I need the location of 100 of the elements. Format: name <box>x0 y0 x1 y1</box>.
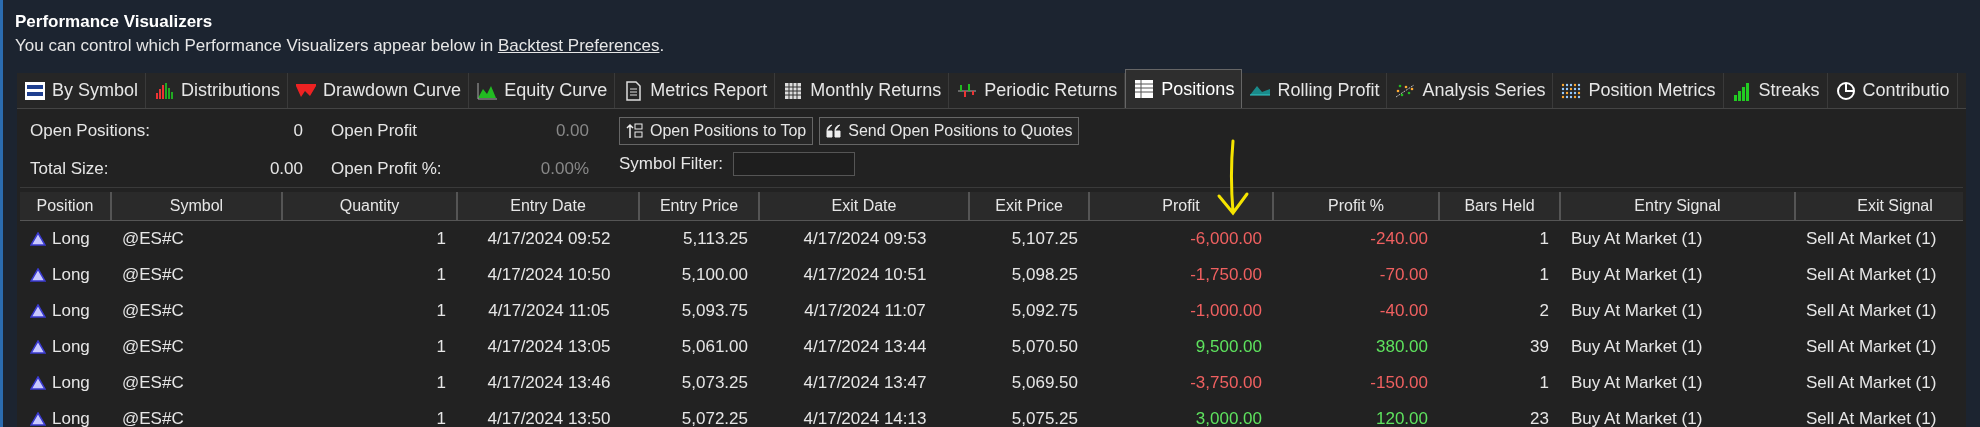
tab[interactable]: Rolling Profit <box>1242 73 1388 108</box>
table-cell-text: @ES#C <box>122 372 184 395</box>
table-cell-text: 4/17/2024 13:44 <box>803 336 927 359</box>
table-cell-text: @ES#C <box>122 264 184 287</box>
tab[interactable]: By Symbol <box>17 73 147 108</box>
table-cell-text: 5,092.75 <box>1011 300 1078 323</box>
table-cell-text: 5,098.25 <box>1011 264 1078 287</box>
table-cell-text: Long <box>52 300 90 323</box>
table-cell-text: Buy At Market (1) <box>1571 408 1703 427</box>
table-cell-text: Sell At Market (1) <box>1806 300 1937 323</box>
table-cell-text: 3,000.00 <box>1195 408 1262 427</box>
tab[interactable]: Metrics Report <box>615 73 776 108</box>
table-cell-text: Long <box>52 264 90 287</box>
table-cell-text: 5,069.50 <box>1011 372 1078 395</box>
preferences-link[interactable]: Backtest Preferences <box>497 36 660 55</box>
table-cell-text: Long <box>52 408 90 427</box>
column-header[interactable]: Entry Date <box>458 192 640 220</box>
table-cell-text: 39 <box>1530 336 1549 359</box>
letters-icon <box>24 80 46 101</box>
table-cell-text: 380.00 <box>1376 336 1428 359</box>
symbol-filter-field[interactable] <box>732 151 855 176</box>
column-header[interactable]: Exit Signal <box>1796 192 1980 220</box>
table-cell-text: 5,093.75 <box>681 300 748 323</box>
table-cell-text: 4/17/2024 13:50 <box>487 408 611 427</box>
table-cell-text: 5,073.25 <box>681 372 748 395</box>
table-cell-text: Long <box>52 228 90 251</box>
table-cell-text: 5,107.25 <box>1011 228 1078 251</box>
tab[interactable]: Position Metrics <box>1553 73 1724 108</box>
table-cell-text: 1 <box>1539 228 1549 251</box>
up-triangle-icon <box>30 268 46 282</box>
summary-value: 0 <box>293 120 303 142</box>
table-cell-text: 9,500.00 <box>1195 336 1262 359</box>
table-cell-text: Sell At Market (1) <box>1806 372 1937 395</box>
up-triangle-icon <box>30 232 46 246</box>
table-cell-text: 4/17/2024 11:07 <box>804 300 926 323</box>
tab[interactable]: Distributions <box>146 73 289 108</box>
column-header[interactable]: Bars Held <box>1440 192 1561 220</box>
column-header[interactable]: Position <box>20 192 112 220</box>
table-cell-text: 5,075.25 <box>1011 408 1078 427</box>
summary-value: 0.00% <box>540 157 589 180</box>
summary-label: Total Size: <box>30 157 109 180</box>
table-cell-text: 1 <box>1539 264 1549 287</box>
table-cell-text: Buy At Market (1) <box>1571 300 1703 323</box>
table-cell-text: 2 <box>1539 300 1549 323</box>
table-cell-text: -1,750.00 <box>1190 264 1262 287</box>
column-header[interactable]: Profit <box>1090 192 1274 220</box>
table-cell-text: 5,100.00 <box>681 264 748 287</box>
table-cell-text: 5,072.25 <box>681 408 748 427</box>
column-header[interactable]: Entry Price <box>640 192 760 220</box>
table-cell-text: 4/17/2024 13:46 <box>487 372 611 395</box>
table-cell-text: 4/17/2024 13:05 <box>487 336 611 359</box>
table-cell-text: 4/17/2024 13:47 <box>803 372 927 395</box>
tab[interactable]: Drawdown Curve <box>288 73 470 108</box>
summary-label: Open Positions: <box>30 120 150 142</box>
table-cell-text: 1 <box>436 336 446 359</box>
table-cell-text: Buy At Market (1) <box>1571 228 1703 251</box>
move-to-top-icon <box>626 122 644 140</box>
toolbar-button[interactable]: Open Positions to Top <box>619 117 814 145</box>
table-cell-text: Long <box>52 372 90 395</box>
table-cell-text: 1 <box>1539 372 1549 395</box>
table-cell-text: 4/17/2024 11:05 <box>488 300 610 323</box>
area-chart-icon <box>476 80 499 101</box>
table-cell-text: Buy At Market (1) <box>1571 372 1703 395</box>
column-header[interactable]: Symbol <box>112 192 283 220</box>
summary-label: Open Profit %: <box>331 157 442 180</box>
tab[interactable]: Positions <box>1125 69 1243 108</box>
table-cell-text: Buy At Market (1) <box>1571 336 1703 359</box>
table-cell-text: @ES#C <box>122 228 184 251</box>
table-cell-text: 1 <box>436 372 446 395</box>
column-header[interactable]: Profit % <box>1274 192 1440 220</box>
tab[interactable]: Monthly Returns <box>775 73 950 108</box>
table-cell-text: Sell At Market (1) <box>1806 228 1937 251</box>
column-header[interactable]: Quantity <box>283 192 458 220</box>
column-header[interactable]: Exit Price <box>970 192 1090 220</box>
column-header[interactable]: Entry Signal <box>1561 192 1796 220</box>
table-cell-text: 4/17/2024 10:50 <box>487 264 611 287</box>
table-cell-text: @ES#C <box>122 408 184 427</box>
summary-label: Open Profit <box>331 120 417 142</box>
toolbar-button[interactable]: Send Open Positions to Quotes <box>819 117 1080 145</box>
table-cell-text: Long <box>52 336 90 359</box>
tab[interactable]: Streaks <box>1723 73 1828 108</box>
table-cell-text: -240.00 <box>1370 228 1428 251</box>
table-cell-text: 1 <box>436 228 446 251</box>
table-cell-text: 5,113.25 <box>683 228 748 251</box>
up-triangle-icon <box>30 304 46 318</box>
table-icon <box>1133 79 1156 99</box>
table-cell-text: Sell At Market (1) <box>1806 408 1937 427</box>
table-cell-text: @ES#C <box>122 336 184 359</box>
table-cell-text: Sell At Market (1) <box>1806 336 1937 359</box>
column-header[interactable]: Exit Date <box>760 192 970 220</box>
bar-chart-icon <box>153 80 176 101</box>
table-cell-text: 4/17/2024 09:52 <box>487 228 611 251</box>
tab[interactable]: Equity Curve <box>469 73 616 108</box>
up-triangle-icon <box>30 412 46 426</box>
tab[interactable]: Contributio <box>1827 73 1958 108</box>
table-cell-text: 4/17/2024 14:13 <box>803 408 927 427</box>
table-cell-text: -3,750.00 <box>1190 372 1262 395</box>
table-cell-text: 23 <box>1530 408 1549 427</box>
tab[interactable]: Analysis Series <box>1387 73 1554 108</box>
table-cell-text: @ES#C <box>122 300 184 323</box>
